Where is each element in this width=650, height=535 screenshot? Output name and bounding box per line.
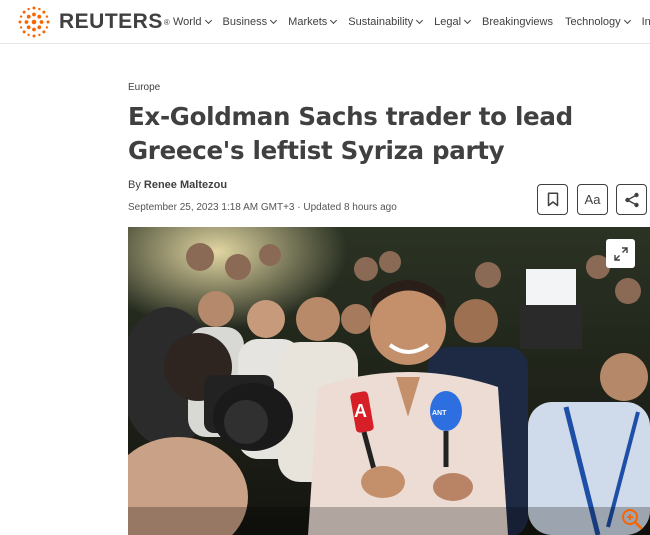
chevron-down-icon xyxy=(270,16,278,25)
mic-logo-left: A xyxy=(354,401,367,421)
text-size-label: Aa xyxy=(584,192,601,207)
nav-item-world[interactable]: World xyxy=(173,16,212,28)
text-size-button[interactable]: Aa xyxy=(577,184,608,215)
nav-item-legal[interactable]: Legal xyxy=(434,16,472,28)
share-icon xyxy=(624,192,639,207)
lead-photo-illustration: A ANT xyxy=(128,227,650,535)
nav-item-label: Business xyxy=(222,16,268,28)
expand-icon xyxy=(613,246,628,261)
chevron-down-icon xyxy=(623,16,631,25)
reuters-logo[interactable]: REUTERS ® xyxy=(17,5,170,39)
article-headline: Ex-Goldman Sachs trader to lead Greece's… xyxy=(128,102,573,165)
main-nav: World Business Markets Sustainability Le… xyxy=(173,0,650,44)
logo-wordmark: REUTERS xyxy=(59,10,163,33)
article-dateline: September 25, 2023 1:18 AM GMT+3 · Updat… xyxy=(128,202,397,213)
author-link[interactable]: Renee Maltezou xyxy=(144,179,227,191)
nav-item-label: Markets xyxy=(288,16,328,28)
nav-item-label: Legal xyxy=(434,16,462,28)
nav-item-label: Breakingviews xyxy=(482,16,553,28)
zoom-in-icon xyxy=(622,509,643,530)
mic-logo-right: ANT xyxy=(432,410,447,417)
nav-item-investigations[interactable]: Inv xyxy=(642,16,650,28)
chevron-down-icon xyxy=(416,16,424,25)
nav-item-label: Inv xyxy=(641,16,650,28)
top-navigation-bar: REUTERS ® World Business Markets Sustain… xyxy=(0,0,650,44)
nav-item-label: World xyxy=(173,16,202,28)
lead-photo[interactable]: A ANT xyxy=(128,227,650,535)
expand-photo-button[interactable] xyxy=(606,239,635,268)
byline-prefix: By xyxy=(128,179,144,191)
byline: By Renee Maltezou xyxy=(128,179,227,191)
section-link[interactable]: Europe xyxy=(128,82,160,93)
nav-item-business[interactable]: Business xyxy=(222,16,278,28)
nav-item-technology[interactable]: Technology xyxy=(564,16,631,28)
bookmark-icon xyxy=(547,192,558,207)
nav-item-label: Sustainability xyxy=(348,16,414,28)
reuters-logo-mark-icon xyxy=(18,6,50,38)
nav-item-breakingviews[interactable]: Breakingviews xyxy=(482,16,553,28)
chevron-down-icon xyxy=(204,16,212,25)
chevron-down-icon xyxy=(330,16,338,25)
chevron-down-icon xyxy=(464,16,472,25)
share-button[interactable] xyxy=(616,184,647,215)
nav-item-label: Technology xyxy=(564,16,621,28)
bookmark-button[interactable] xyxy=(537,184,568,215)
registered-mark: ® xyxy=(163,17,170,27)
nav-item-markets[interactable]: Markets xyxy=(288,16,338,28)
zoom-photo-button[interactable] xyxy=(620,507,644,531)
nav-item-sustainability[interactable]: Sustainability xyxy=(348,16,424,28)
